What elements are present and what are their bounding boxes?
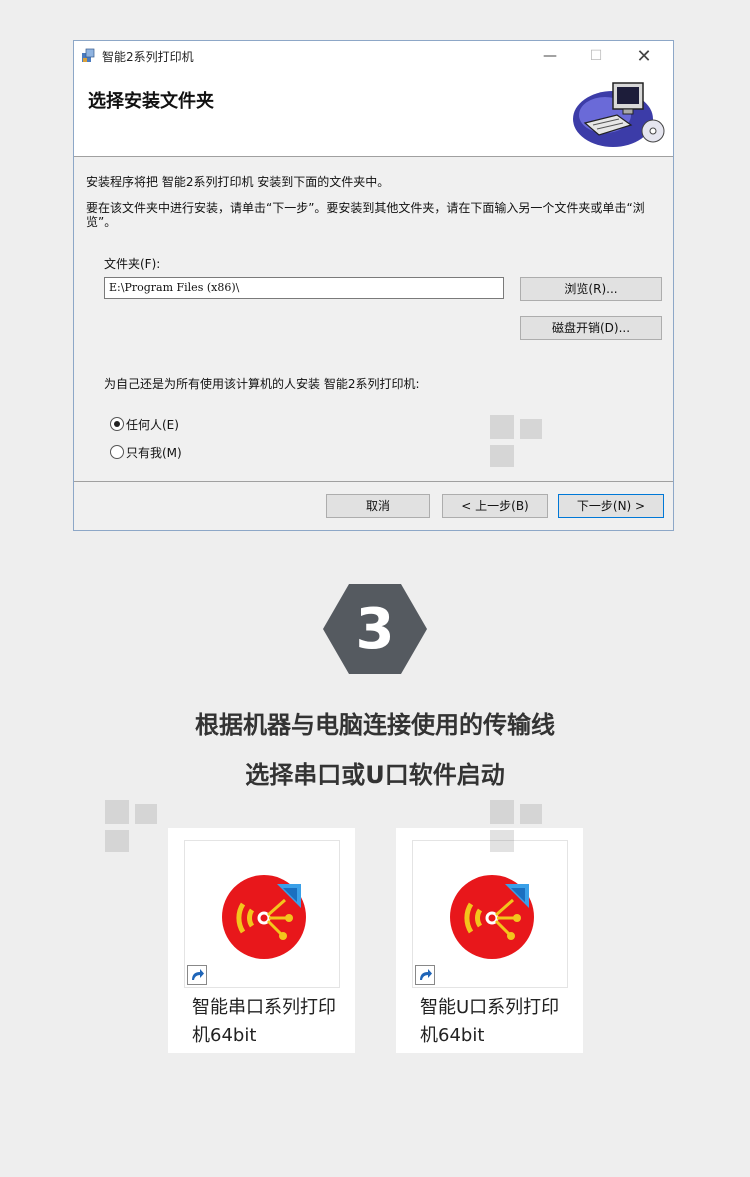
folder-label: 文件夹(F): <box>104 257 161 271</box>
shortcut-icon-frame[interactable] <box>184 840 340 988</box>
radio-unchecked-icon[interactable] <box>110 445 124 459</box>
footer-divider <box>74 481 673 482</box>
radio-everyone-label: 任何人(E) <box>126 417 179 432</box>
watermark-logo-icon <box>105 800 157 852</box>
step-number: 3 <box>355 596 395 662</box>
cancel-button[interactable]: 取消 <box>326 494 430 518</box>
shortcut-arrow-icon <box>415 965 435 985</box>
serial-shortcut-card[interactable]: 智能串口系列打印机64bit <box>168 828 355 1053</box>
instruction-caption-line1: 根据机器与电脑连接使用的传输线 <box>195 711 555 739</box>
instruction-text: 要在该文件夹中进行安装，请单击“下一步”。要安装到其他文件夹，请在下面输入另一个… <box>86 201 645 229</box>
browse-button[interactable]: 浏览(R)... <box>520 277 662 301</box>
disk-cost-button[interactable]: 磁盘开销(D)... <box>520 316 662 340</box>
window-title: 智能2系列打印机 <box>102 50 194 64</box>
printer-disc-icon[interactable] <box>449 874 535 960</box>
shortcut-icon-frame[interactable] <box>412 840 568 988</box>
watermark-logo-icon <box>490 415 542 467</box>
usb-shortcut-label[interactable]: 智能U口系列打印机64bit <box>420 994 570 1050</box>
radio-everyone[interactable]: 任何人(E) <box>110 415 179 433</box>
radio-just-me-label: 只有我(M) <box>126 445 182 460</box>
close-button[interactable]: ✕ <box>621 41 667 71</box>
install-for-question: 为自己还是为所有使用该计算机的人安装 智能2系列打印机: <box>104 377 420 391</box>
printer-disc-icon[interactable] <box>221 874 307 960</box>
usb-shortcut-card[interactable]: 智能U口系列打印机64bit <box>396 828 583 1053</box>
watermark-logo-icon <box>490 800 542 852</box>
intro-text: 安装程序将把 智能2系列打印机 安装到下面的文件夹中。 <box>86 175 390 189</box>
shortcut-arrow-icon <box>187 965 207 985</box>
next-button[interactable]: 下一步(N) > <box>558 494 664 518</box>
serial-shortcut-label[interactable]: 智能串口系列打印机64bit <box>192 994 342 1050</box>
minimize-button[interactable]: — <box>527 41 573 71</box>
radio-checked-icon[interactable] <box>110 417 124 431</box>
radio-just-me[interactable]: 只有我(M) <box>110 443 182 461</box>
computer-setup-icon <box>573 82 665 147</box>
back-button[interactable]: < 上一步(B) <box>442 494 548 518</box>
wizard-header: 选择安装文件夹 <box>74 71 673 157</box>
folder-path-input[interactable]: E:\Program Files (x86)\ <box>104 277 504 299</box>
maximize-button[interactable]: ☐ <box>573 41 619 71</box>
instruction-caption-line2: 选择串口或U口软件启动 <box>245 761 505 789</box>
installer-window: 智能2系列打印机 — ☐ ✕ 选择安装文件夹 安装程序将把 智能2系列打印机 安… <box>73 40 674 531</box>
installer-app-icon <box>82 48 95 62</box>
title-bar: 智能2系列打印机 — ☐ ✕ <box>74 41 673 71</box>
page-title: 选择安装文件夹 <box>88 91 214 112</box>
